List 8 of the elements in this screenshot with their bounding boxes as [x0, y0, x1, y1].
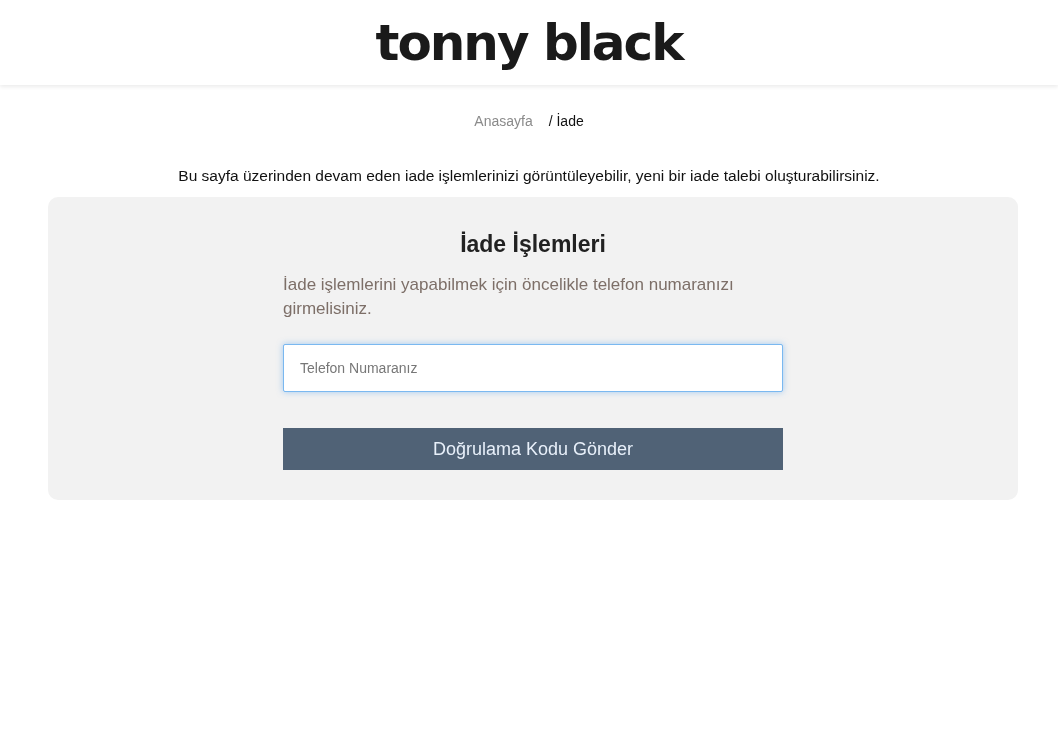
- brand-logo[interactable]: tonny black: [375, 17, 683, 68]
- breadcrumb-current: / İade: [548, 112, 584, 131]
- send-code-button[interactable]: Doğrulama Kodu Gönder: [283, 428, 783, 471]
- breadcrumb-link[interactable]: Anasayfa: [474, 111, 533, 132]
- phone-input-field[interactable]: Telefon Numaranız: [283, 344, 783, 393]
- panel-title: İade İşlemleri: [459, 231, 607, 259]
- intro-text: Bu sayfa üzerinden devam eden iade işlemlerinizi görüntüleyebilir, yeni bir iade talebi oluşturabilirsiniz.: [177, 166, 881, 186]
- panel-description: İade işlemlerini yapabilmek için öncelikle telefon numaranızı girmelisiniz.: [283, 273, 735, 320]
